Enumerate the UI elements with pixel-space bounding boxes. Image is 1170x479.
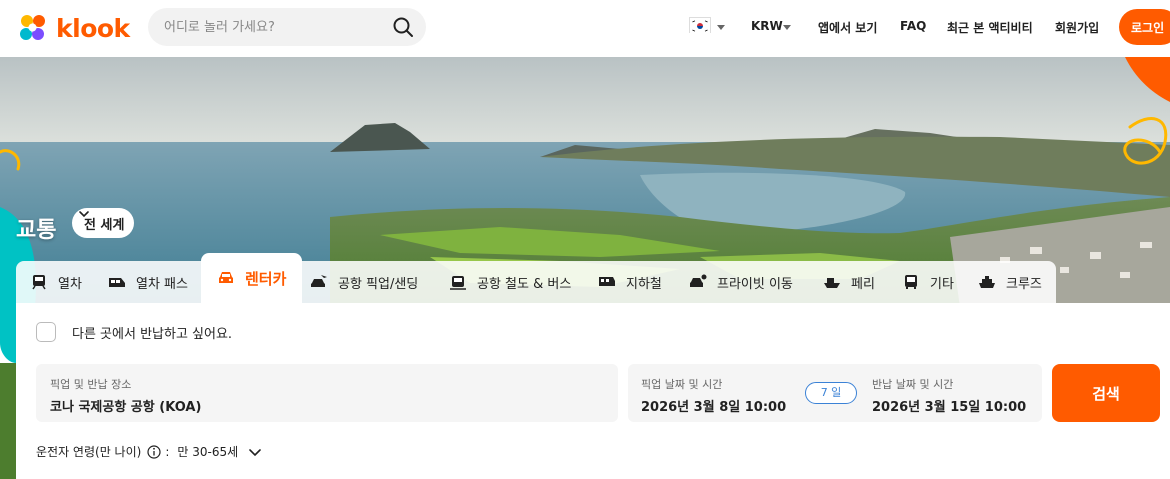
tab-other[interactable]: 기타 (902, 261, 954, 303)
tab-airport-rail-bus[interactable]: 공항 철도 & 버스 (449, 261, 571, 303)
tab-train-pass[interactable]: 열차 패스 (108, 261, 188, 303)
driver-age-value: 만 30-65세 (177, 445, 239, 459)
tab-label: 열차 (58, 276, 82, 292)
decorative-shape (0, 303, 16, 479)
cruise-icon (979, 276, 995, 288)
tab-label: 페리 (851, 276, 875, 292)
return-elsewhere-option[interactable]: 다른 곳에서 반납하고 싶어요. (36, 322, 232, 342)
search-bar[interactable] (148, 8, 426, 46)
private-car-icon (690, 274, 707, 287)
faq-link[interactable]: FAQ (900, 19, 926, 33)
tab-train[interactable]: 열차 (30, 261, 82, 303)
login-button[interactable]: 로그인 (1119, 9, 1170, 45)
language-chevron-down-icon[interactable] (717, 25, 725, 30)
top-header: klook KRW 앱에서 보기 FAQ 최근 본 액티비티 회원가입 로그인 (0, 0, 1170, 57)
dropoff-datetime-label: 반납 날짜 및 시간 (872, 378, 954, 391)
rental-duration-badge: 7 일 (805, 382, 857, 404)
chevron-down-icon (249, 448, 261, 456)
pickup-datetime-label: 픽업 날짜 및 시간 (641, 378, 723, 391)
signup-link[interactable]: 회원가입 (1055, 19, 1099, 36)
pickup-location-field[interactable]: 픽업 및 반납 장소 코나 국제공항 공항 (KOA) (36, 364, 618, 422)
tab-label: 공항 철도 & 버스 (477, 276, 572, 292)
ferry-icon (824, 278, 840, 288)
region-selector[interactable]: 전 세계 (72, 208, 135, 238)
dropoff-datetime-field[interactable]: 반납 날짜 및 시간 2026년 3월 15일 10:00 (858, 364, 1042, 422)
chevron-down-icon (79, 211, 89, 218)
airport-transfer-icon (311, 275, 327, 287)
pickup-location-value: 코나 국제공항 공항 (KOA) (50, 400, 202, 415)
tab-car-rental[interactable]: 렌터카 (201, 253, 303, 303)
other-bus-icon (905, 275, 917, 289)
subway-icon (599, 277, 615, 286)
tab-label: 공항 픽업/샌딩 (338, 276, 419, 292)
airport-bus-icon (450, 276, 466, 290)
tab-label: 렌터카 (245, 269, 287, 288)
korea-flag-icon[interactable] (689, 17, 711, 33)
train-icon (32, 275, 46, 290)
pickup-datetime-value: 2026년 3월 8일 10:00 (641, 400, 787, 415)
search-input[interactable] (164, 17, 384, 37)
tab-subway[interactable]: 지하철 (598, 261, 662, 303)
search-button[interactable]: 검색 (1052, 364, 1160, 422)
transport-tab-bar: 열차 열차 패스 렌터카 공항 픽업/샌딩 공항 철도 & 버스 지하철 프라이… (16, 253, 1056, 303)
page-title: 교통 (16, 218, 57, 243)
tab-label: 크루즈 (1006, 276, 1042, 292)
region-label: 전 세계 (84, 217, 125, 233)
driver-age-label: 운전자 연령(만 나이) (36, 445, 142, 459)
driver-age-selector[interactable]: 운전자 연령(만 나이) : 만 30-65세 (36, 443, 262, 460)
open-in-app-link[interactable]: 앱에서 보기 (818, 19, 877, 36)
car-icon (219, 272, 233, 283)
currency-chevron-down-icon[interactable] (783, 25, 791, 30)
recently-viewed-link[interactable]: 최근 본 액티비티 (947, 19, 1033, 36)
return-elsewhere-label: 다른 곳에서 반납하고 싶어요. (72, 326, 233, 342)
tab-label: 기타 (930, 276, 954, 292)
klook-logo-icon (16, 12, 50, 44)
tab-label: 프라이빗 이동 (717, 276, 793, 292)
pickup-location-label: 픽업 및 반납 장소 (50, 378, 132, 391)
info-icon[interactable] (147, 444, 161, 459)
currency-selector[interactable]: KRW (751, 19, 783, 33)
tab-private-transfer[interactable]: 프라이빗 이동 (689, 261, 793, 303)
train-pass-icon (109, 278, 125, 287)
tab-ferry[interactable]: 페리 (823, 261, 875, 303)
pickup-datetime-field[interactable]: 픽업 날짜 및 시간 2026년 3월 8일 10:00 (628, 364, 798, 422)
return-elsewhere-checkbox[interactable] (36, 322, 56, 342)
klook-logo[interactable]: klook (16, 12, 130, 44)
colon-separator: : (165, 444, 170, 459)
tab-label: 지하철 (626, 276, 662, 292)
tab-label: 열차 패스 (136, 276, 188, 292)
search-icon[interactable] (392, 16, 414, 38)
logo-text: klook (56, 13, 130, 43)
dropoff-datetime-value: 2026년 3월 15일 10:00 (872, 400, 1027, 415)
tab-airport-transfer[interactable]: 공항 픽업/샌딩 (310, 261, 418, 303)
tab-cruise[interactable]: 크루즈 (978, 261, 1042, 303)
